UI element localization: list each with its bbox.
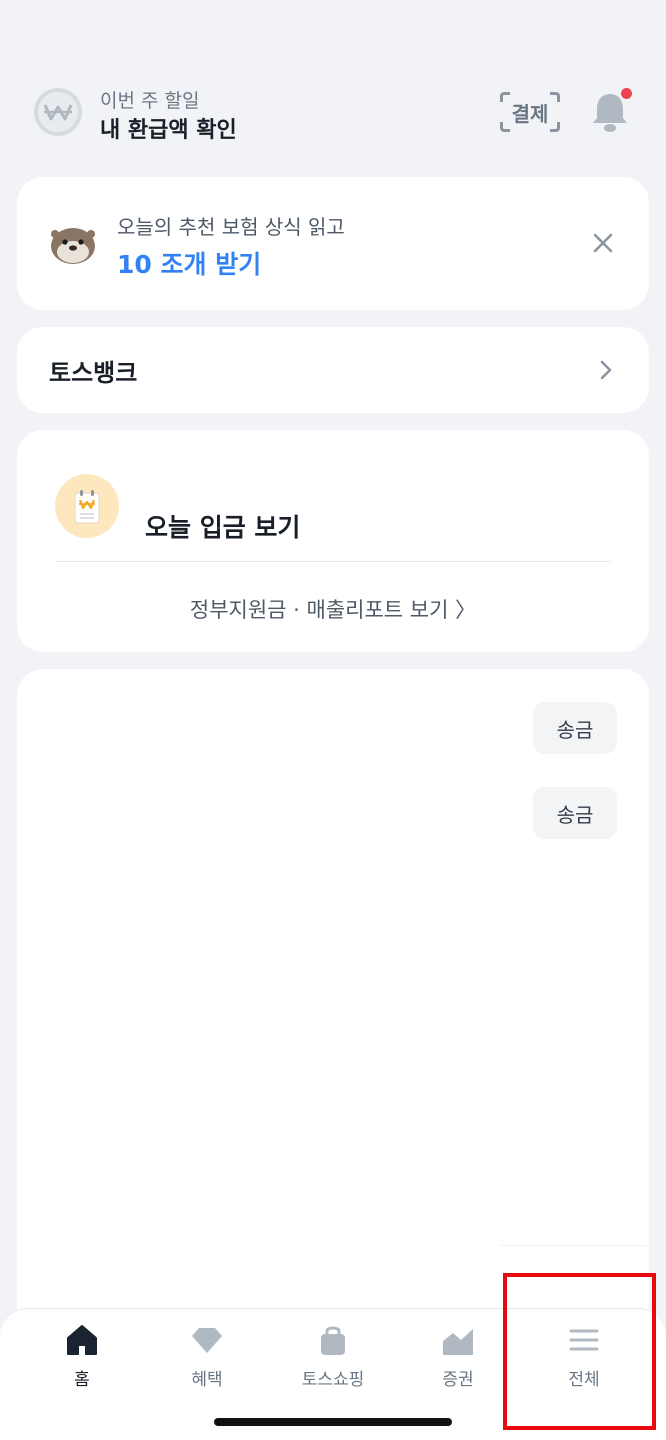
- today-deposit-card: 오늘 입금 보기 정부지원금 · 매출리포트 보기 〉: [17, 430, 649, 652]
- otter-icon: [49, 220, 97, 268]
- close-icon[interactable]: [591, 231, 615, 255]
- today-deposit-title[interactable]: 오늘 입금 보기: [145, 508, 300, 544]
- send-money-button[interactable]: 송금: [533, 787, 617, 839]
- scan-corner-icon: [550, 122, 560, 132]
- send-money-button[interactable]: 송금: [533, 702, 617, 754]
- bank-title: 토스뱅크: [49, 359, 138, 387]
- home-indicator[interactable]: [214, 1418, 452, 1426]
- tab-label: 혜택: [191, 1370, 223, 1390]
- insurance-promo-card[interactable]: 오늘의 추천 보험 상식 읽고 10 조개 받기: [17, 177, 649, 310]
- tab-toss-shopping[interactable]: 토스쇼핑: [278, 1323, 388, 1393]
- toss-bank-card[interactable]: 토스뱅크: [17, 327, 649, 413]
- tab-label: 토스쇼핑: [301, 1370, 365, 1390]
- subsidy-sales-report-link[interactable]: 정부지원금 · 매출리포트 보기 〉: [17, 594, 649, 624]
- pay-button-label: 결제: [511, 101, 549, 126]
- scan-corner-icon: [500, 92, 510, 102]
- notification-dot: [621, 88, 632, 99]
- header: 이번 주 할일 내 환급액 확인 결제: [30, 80, 636, 150]
- divider: [501, 1245, 647, 1246]
- weekly-task-label[interactable]: 이번 주 할일: [100, 86, 199, 113]
- accounts-card: 송금 송금: [17, 669, 649, 1369]
- diamond-icon: [192, 1328, 222, 1353]
- receipt-won-icon: [55, 474, 119, 538]
- tab-label: 홈: [74, 1370, 90, 1390]
- promo-subtitle: 오늘의 추천 보험 상식 읽고: [117, 215, 345, 239]
- home-icon: [67, 1325, 97, 1355]
- shopping-bag-icon: [321, 1326, 345, 1355]
- tab-label: 증권: [442, 1370, 474, 1390]
- tab-securities[interactable]: 증권: [403, 1323, 513, 1393]
- won-icon[interactable]: [34, 88, 82, 136]
- highlight-box: [503, 1273, 656, 1430]
- pay-button[interactable]: 결제: [500, 92, 560, 132]
- tab-home[interactable]: 홈: [27, 1323, 137, 1393]
- scan-corner-icon: [550, 92, 560, 102]
- divider: [55, 561, 611, 562]
- tab-benefits[interactable]: 혜택: [152, 1323, 262, 1393]
- chart-icon: [443, 1329, 473, 1355]
- chevron-right-icon: [599, 359, 613, 381]
- promo-title: 10 조개 받기: [117, 250, 262, 279]
- scan-corner-icon: [500, 122, 510, 132]
- toss-home-screen: 이번 주 할일 내 환급액 확인 결제 오늘의 추천 보험 상식 읽고 10 조…: [0, 0, 666, 1440]
- bell-icon[interactable]: [590, 88, 632, 134]
- refund-check-title[interactable]: 내 환급액 확인: [100, 112, 237, 144]
